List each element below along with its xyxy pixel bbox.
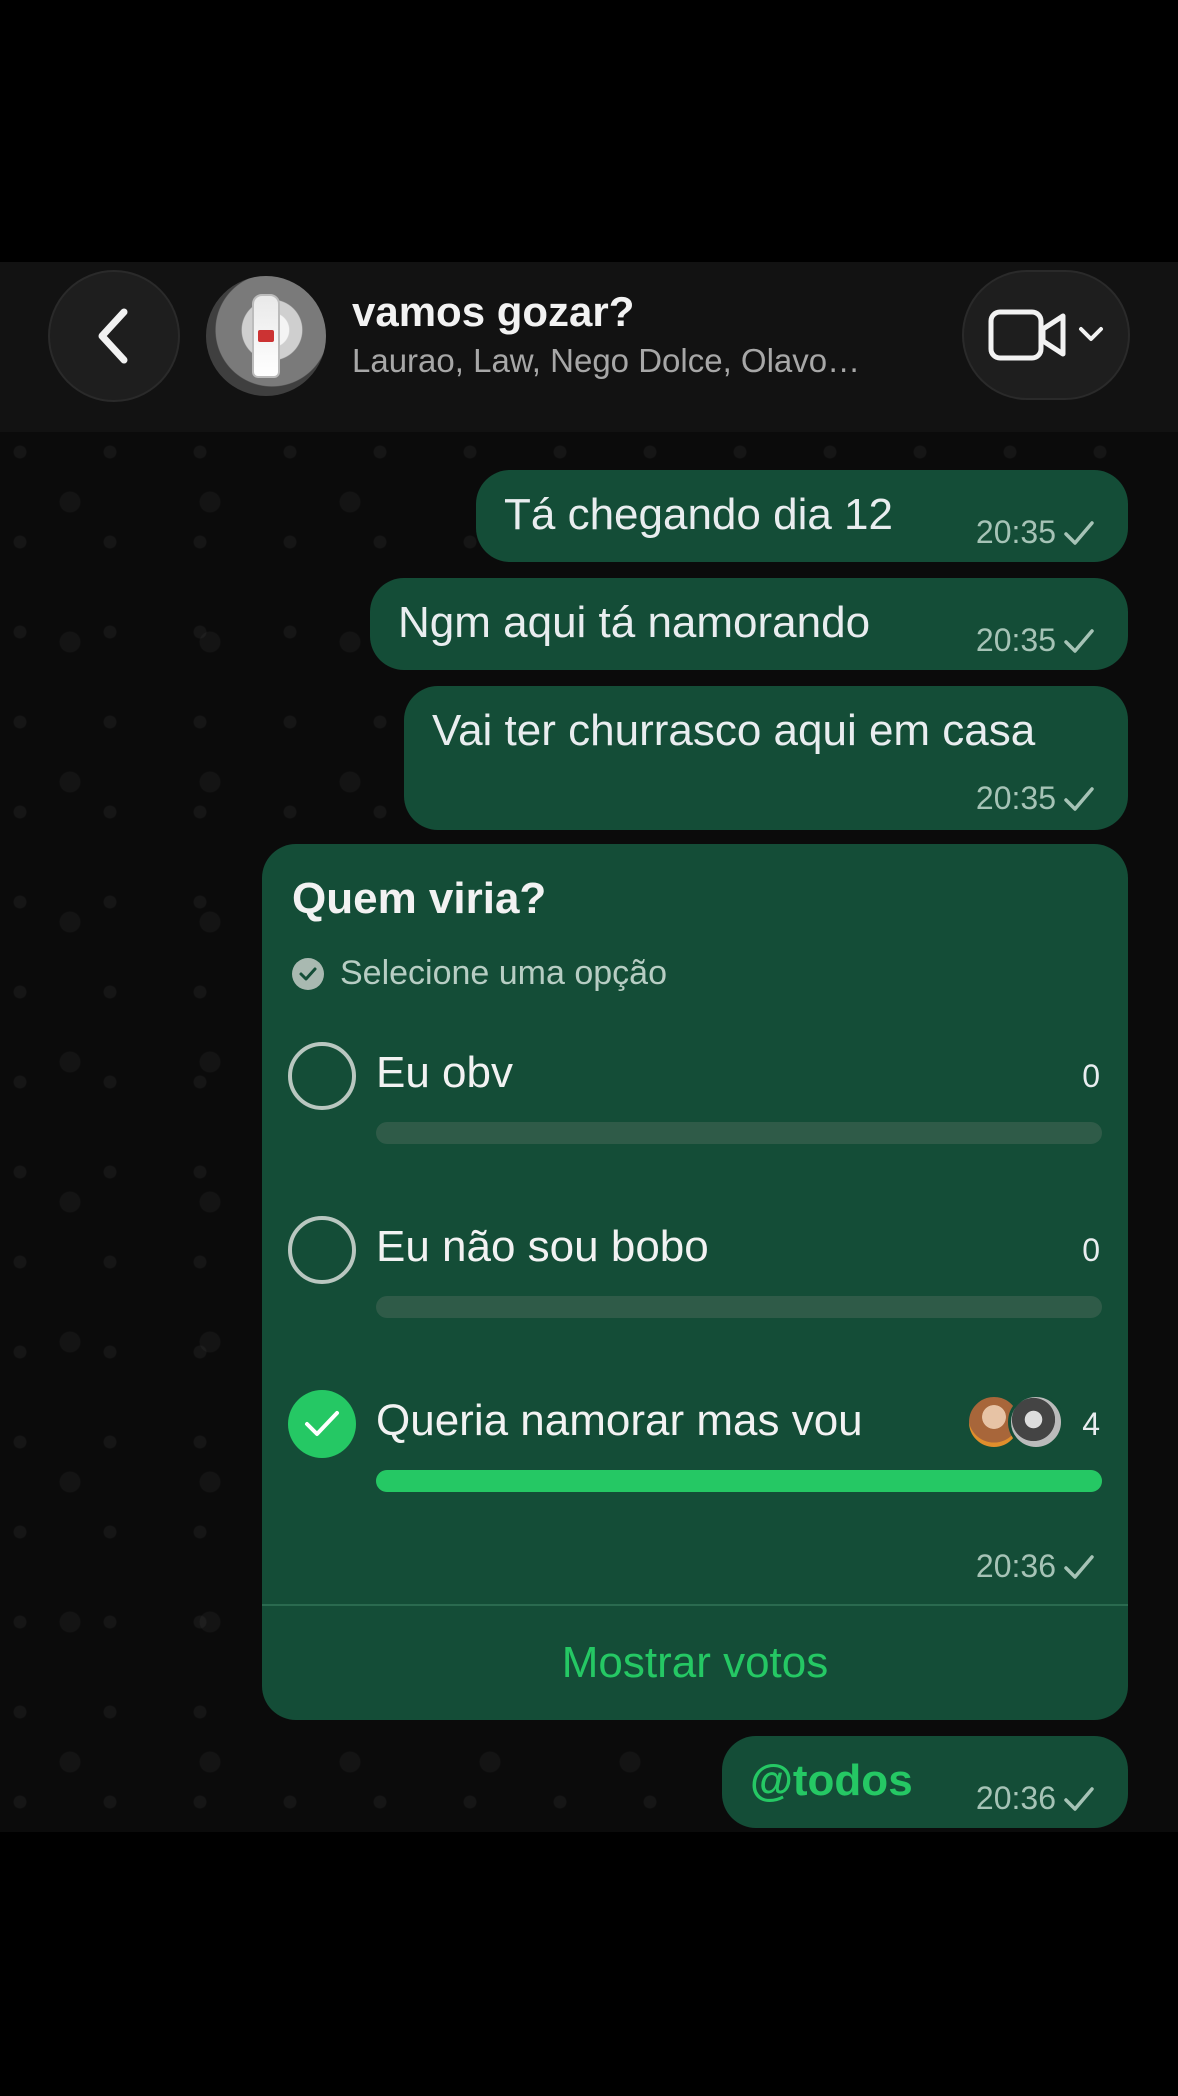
poll-option-radio-checked[interactable]	[288, 1390, 356, 1458]
video-camera-icon	[988, 309, 1066, 361]
poll-option-bar	[376, 1470, 1102, 1492]
poll-time: 20:36	[975, 1548, 1056, 1584]
poll-option-label[interactable]: Eu obv	[376, 1048, 513, 1098]
message-bubble[interactable]: Ngm aqui tá namorando 20:35	[370, 578, 1128, 670]
mention-text[interactable]: @todos	[750, 1756, 913, 1806]
avatar	[1008, 1394, 1064, 1450]
chat-title[interactable]: vamos gozar?	[352, 288, 634, 336]
poll-question: Quem viria?	[292, 874, 547, 923]
avatar-bottle-label	[258, 330, 274, 342]
poll-option-label[interactable]: Eu não sou bobo	[376, 1222, 709, 1272]
message-meta: 20:35	[976, 780, 1096, 817]
poll-option-bar	[376, 1296, 1102, 1318]
message-text: Ngm aqui tá namorando	[398, 598, 871, 647]
message-meta: 20:35	[976, 514, 1096, 551]
poll-hint: Selecione uma opção	[292, 954, 667, 993]
poll-option-radio[interactable]	[288, 1042, 356, 1110]
message-time: 20:35	[975, 622, 1056, 658]
chat-members[interactable]: Laurao, Law, Nego Dolce, Olavo…	[352, 342, 912, 380]
message-meta: 20:36	[976, 1780, 1096, 1817]
group-avatar[interactable]	[206, 276, 326, 396]
checkmark-icon	[305, 1411, 339, 1436]
message-bubble[interactable]: Vai ter churrasco aqui em casa 20:35	[404, 686, 1128, 830]
message-bubble[interactable]: Tá chegando dia 12 20:35	[476, 470, 1128, 562]
sent-check-icon	[1064, 628, 1094, 653]
message-time: 20:36	[975, 1780, 1056, 1816]
message-text: Tá chegando dia 12	[504, 490, 893, 539]
poll-voter-avatars[interactable]	[966, 1394, 1064, 1450]
message-time: 20:35	[975, 514, 1056, 550]
poll-option-label[interactable]: Queria namorar mas vou	[376, 1396, 863, 1446]
sent-check-icon	[1064, 1554, 1094, 1579]
sent-check-icon	[1064, 520, 1094, 545]
poll-option-count: 0	[1082, 1232, 1100, 1268]
message-time: 20:35	[975, 780, 1056, 816]
status-bar-area	[0, 0, 1178, 262]
sent-check-icon	[1064, 786, 1094, 811]
poll-option-bar-fill	[376, 1470, 1102, 1492]
poll-option-radio[interactable]	[288, 1216, 356, 1284]
back-button[interactable]	[48, 270, 180, 402]
poll-option-bar	[376, 1122, 1102, 1144]
bottom-area	[0, 1832, 1178, 2096]
video-call-button[interactable]	[962, 270, 1130, 400]
message-text: Vai ter churrasco aqui em casa	[432, 706, 1036, 755]
sent-check-icon	[1064, 1786, 1094, 1811]
poll-option-count: 4	[1082, 1406, 1100, 1442]
poll-hint-text: Selecione uma opção	[340, 954, 668, 992]
message-bubble[interactable]: @todos 20:36	[722, 1736, 1128, 1828]
poll-option-count: 0	[1082, 1058, 1100, 1094]
poll-bubble: Quem viria? Selecione uma opção Eu obv 0…	[262, 844, 1128, 1720]
poll-meta: 20:36	[976, 1548, 1096, 1585]
chevron-left-icon	[98, 308, 128, 364]
check-circle-icon	[292, 957, 324, 990]
message-meta: 20:35	[976, 622, 1096, 659]
show-votes-button[interactable]: Mostrar votos	[262, 1606, 1128, 1720]
chevron-down-icon	[1079, 327, 1103, 341]
